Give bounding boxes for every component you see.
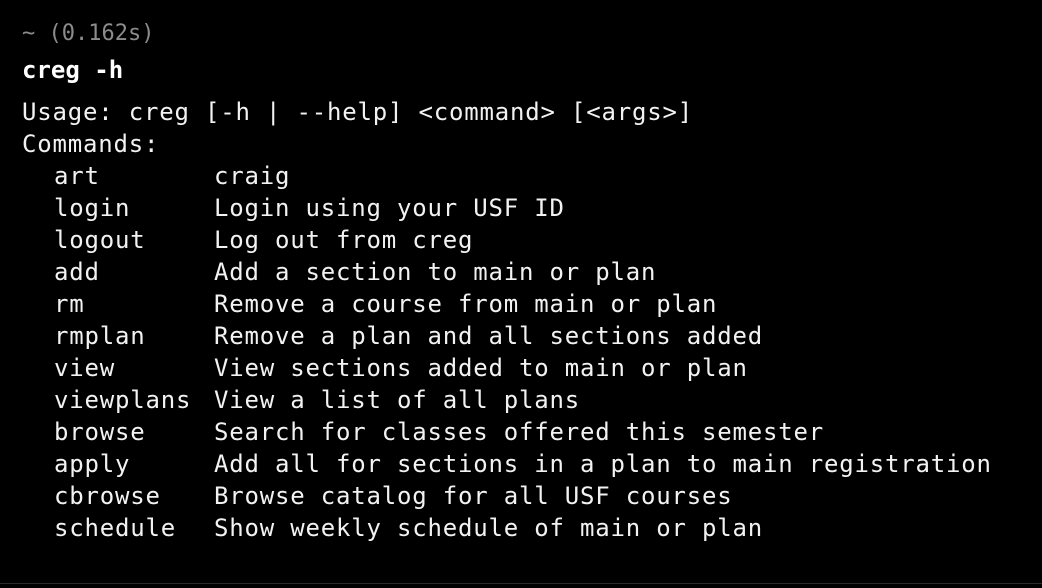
command-name: apply: [54, 450, 131, 478]
prompt-duration: ~ (0.162s): [22, 21, 155, 46]
command-description: Search for classes offered this semester: [214, 418, 824, 446]
command-output: Usage: creg [-h | --help] <command> [<ar…: [22, 96, 1042, 544]
command-name: rm: [54, 290, 85, 318]
command-row: browse Search for classes offered this s…: [22, 416, 1042, 448]
command-description: View a list of all plans: [214, 386, 580, 414]
command-description: craig: [214, 162, 291, 190]
command-name: add: [54, 258, 100, 286]
command-name: login: [54, 194, 131, 222]
command-name: cbrowse: [54, 482, 161, 510]
command-description: Log out from creg: [214, 226, 474, 254]
command-name: logout: [54, 226, 146, 254]
command-name: view: [54, 354, 115, 382]
command-row: add Add a section to main or plan: [22, 256, 1042, 288]
command-row: view View sections added to main or plan: [22, 352, 1042, 384]
block-divider: [0, 583, 1042, 584]
usage-line: Usage: creg [-h | --help] <command> [<ar…: [22, 98, 693, 126]
command-description: Browse catalog for all USF courses: [214, 482, 733, 510]
command-row: rmplan Remove a plan and all sections ad…: [22, 320, 1042, 352]
command-name: viewplans: [54, 386, 192, 414]
command-description: Add a section to main or plan: [214, 258, 657, 286]
command-description: Remove a plan and all sections added: [214, 322, 763, 350]
command-row: rm Remove a course from main or plan: [22, 288, 1042, 320]
command-row: viewplans View a list of all plans: [22, 384, 1042, 416]
terminal-window: ~ (0.162s) creg -h Usage: creg [-h | --h…: [22, 20, 1042, 544]
command-row: login Login using your USF ID: [22, 192, 1042, 224]
commands-header: Commands:: [22, 130, 160, 158]
command-row: logout Log out from creg: [22, 224, 1042, 256]
command-name: art: [54, 162, 100, 190]
entered-command: creg -h: [22, 56, 124, 84]
command-name: rmplan: [54, 322, 146, 350]
command-row: art craig: [22, 160, 1042, 192]
command-name: browse: [54, 418, 146, 446]
command-name: schedule: [54, 514, 176, 542]
command-description: Show weekly schedule of main or plan: [214, 514, 763, 542]
command-row: schedule Show weekly schedule of main or…: [22, 512, 1042, 544]
command-description: Remove a course from main or plan: [214, 290, 718, 318]
command-description: View sections added to main or plan: [214, 354, 748, 382]
command-description: Login using your USF ID: [214, 194, 565, 222]
command-row: cbrowse Browse catalog for all USF cours…: [22, 480, 1042, 512]
command-description: Add all for sections in a plan to main r…: [214, 450, 992, 478]
command-row: apply Add all for sections in a plan to …: [22, 448, 1042, 480]
commands-list: art craig login Login using your USF ID …: [22, 160, 1042, 544]
